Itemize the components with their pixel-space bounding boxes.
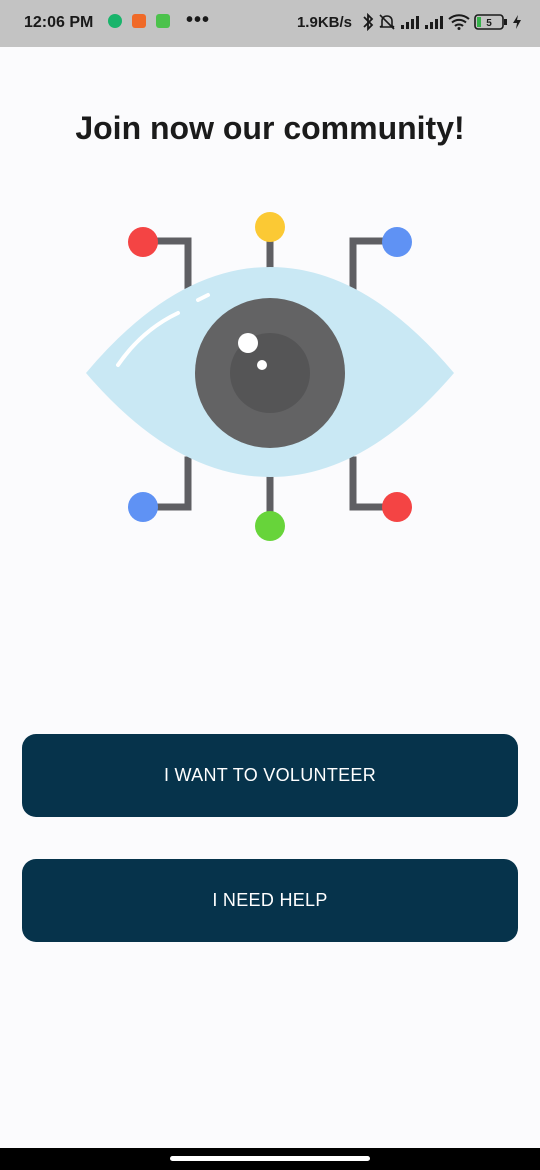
signal-icon	[424, 14, 444, 30]
eye-illustration	[86, 212, 454, 541]
need-help-button-label: I NEED HELP	[212, 890, 328, 910]
eye-network-icon	[80, 205, 460, 550]
app-notification-icon	[132, 14, 146, 28]
bluetooth-icon	[362, 13, 374, 31]
eye-glint	[257, 360, 267, 370]
battery-level: 5	[486, 18, 492, 29]
network-node	[382, 227, 412, 257]
home-indicator[interactable]	[170, 1156, 370, 1161]
app-notification-icon	[156, 14, 170, 28]
network-node	[128, 492, 158, 522]
volunteer-button-label: I WANT TO VOLUNTEER	[163, 765, 377, 785]
status-right: 1.9KB/s 5	[297, 13, 522, 31]
network-node	[255, 511, 285, 541]
more-notifications-icon: •••	[186, 9, 211, 31]
shield-icon	[108, 14, 122, 28]
volunteer-button[interactable]: I WANT TO VOLUNTEER	[22, 734, 518, 817]
need-help-button[interactable]: I NEED HELP	[22, 859, 518, 942]
battery-icon: 5	[474, 14, 508, 30]
status-bar: 12:06 PM ••• 1.9KB/s 5	[0, 0, 540, 47]
notification-icons	[108, 14, 180, 28]
charging-icon	[512, 14, 522, 30]
status-time: 12:06 PM	[24, 14, 94, 31]
network-speed: 1.9KB/s	[296, 13, 352, 31]
page-title: Join now our community!	[75, 110, 465, 146]
signal-icon	[400, 14, 420, 30]
eye-glint	[238, 333, 258, 353]
navigation-bar	[0, 1148, 540, 1170]
network-node	[255, 212, 285, 242]
wifi-icon	[448, 14, 470, 30]
network-node	[128, 227, 158, 257]
mute-bell-icon	[378, 13, 396, 31]
network-node	[382, 492, 412, 522]
